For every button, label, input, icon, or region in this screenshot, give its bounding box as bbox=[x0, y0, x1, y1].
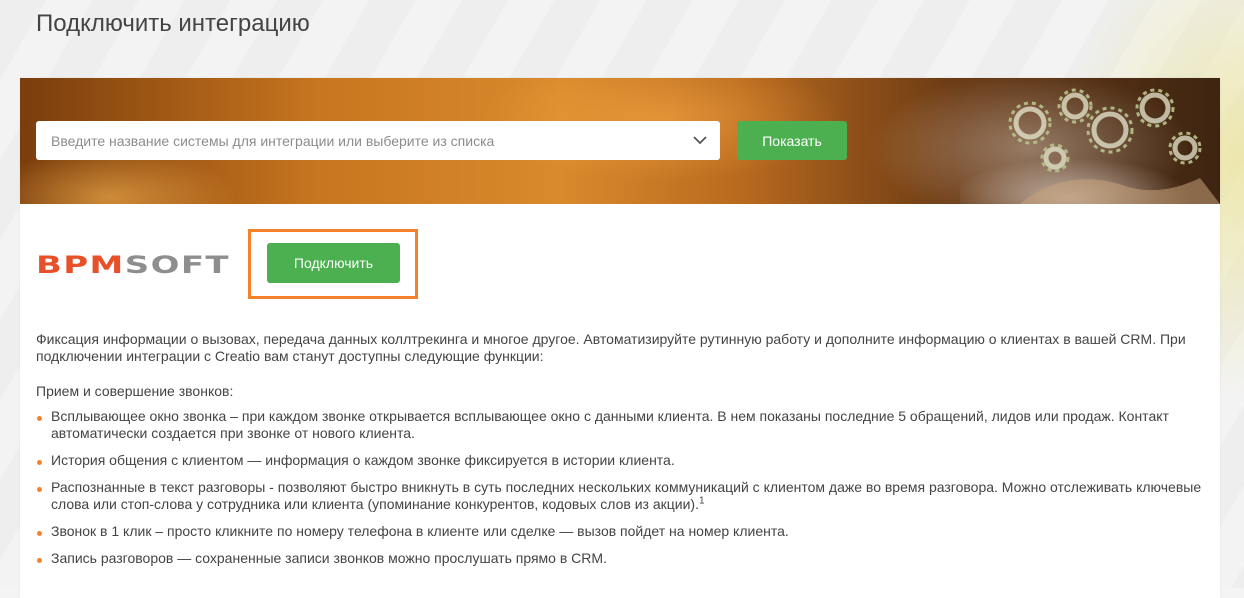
svg-text:BPMSOFT: BPM SOFT bbox=[36, 253, 230, 275]
connect-button[interactable]: Подключить bbox=[267, 243, 400, 283]
list-item: Распознанные в текст разговоры - позволя… bbox=[36, 479, 1206, 513]
list-item: Звонок в 1 клик – просто кликните по ном… bbox=[36, 523, 1206, 540]
list-item: Запись разговоров — сохраненные записи з… bbox=[36, 550, 1206, 567]
search-placeholder: Введите название системы для интеграции … bbox=[51, 132, 495, 149]
gears-illustration bbox=[960, 88, 1220, 204]
integration-card: Введите название системы для интеграции … bbox=[20, 78, 1220, 598]
integration-description: Фиксация информации о вызовах, передача … bbox=[36, 331, 1206, 577]
show-button[interactable]: Показать bbox=[737, 121, 847, 160]
connect-highlight-frame: Подключить bbox=[248, 229, 418, 299]
chevron-down-icon[interactable] bbox=[680, 121, 720, 160]
description-intro: Фиксация информации о вызовах, передача … bbox=[36, 331, 1186, 364]
list-item: Всплывающее окно звонка – при каждом зво… bbox=[36, 408, 1206, 442]
integration-search-select[interactable]: Введите название системы для интеграции … bbox=[36, 121, 720, 160]
feature-list: Всплывающее окно звонка – при каждом зво… bbox=[36, 408, 1206, 567]
calls-subheading: Прием и совершение звонков: bbox=[36, 383, 234, 399]
footnote-mark: 1 bbox=[698, 495, 705, 507]
bpmsoft-logo: BPM SOFT bbox=[36, 253, 230, 275]
list-item: История общения с клиентом — информация … bbox=[36, 452, 1206, 469]
page-title: Подключить интеграцию bbox=[36, 10, 310, 37]
search-banner: Введите название системы для интеграции … bbox=[20, 78, 1220, 204]
